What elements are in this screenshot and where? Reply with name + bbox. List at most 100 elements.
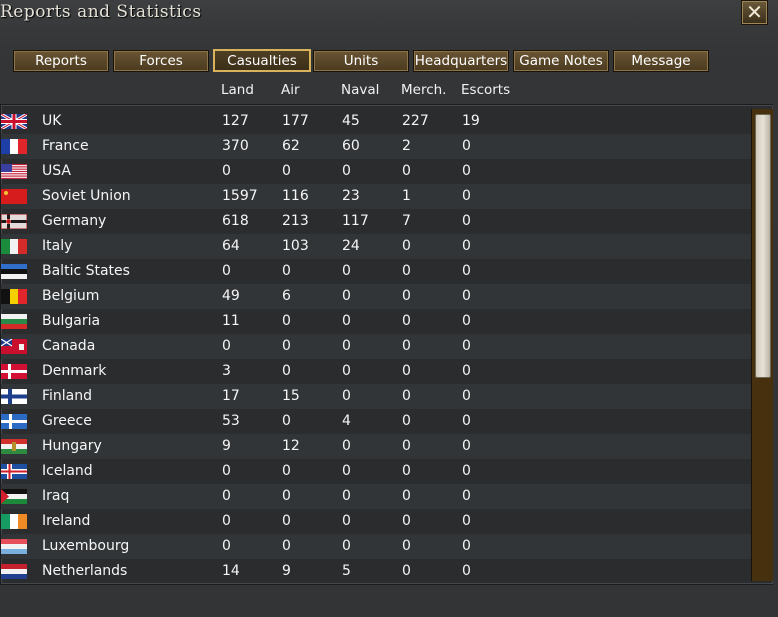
cell-naval: 0 bbox=[342, 288, 351, 304]
cell-escorts: 0 bbox=[462, 488, 471, 504]
table-row[interactable]: Hungary 9 12 0 0 0 bbox=[1, 434, 751, 459]
cell-naval: 24 bbox=[342, 238, 360, 254]
cell-air: 0 bbox=[282, 413, 291, 429]
cell-land: 53 bbox=[222, 413, 240, 429]
cell-air: 0 bbox=[282, 313, 291, 329]
cell-land: 11 bbox=[222, 313, 240, 329]
table-row[interactable]: UK 127 177 45 227 19 bbox=[1, 109, 751, 134]
cell-land: 618 bbox=[222, 213, 249, 229]
cell-land: 0 bbox=[222, 163, 231, 179]
cell-merch: 0 bbox=[402, 563, 411, 579]
cell-air: 62 bbox=[282, 138, 300, 154]
close-button[interactable]: ✕ bbox=[741, 0, 768, 25]
cell-air: 9 bbox=[282, 563, 291, 579]
table-row[interactable]: Belgium 49 6 0 0 0 bbox=[1, 284, 751, 309]
table-row[interactable]: Germany 618 213 117 7 0 bbox=[1, 209, 751, 234]
cell-air: 213 bbox=[282, 213, 309, 229]
scrollbar-thumb[interactable] bbox=[755, 114, 771, 378]
cell-escorts: 19 bbox=[462, 113, 480, 129]
cell-air: 0 bbox=[282, 538, 291, 554]
table-row[interactable]: Finland 17 15 0 0 0 bbox=[1, 384, 751, 409]
country-name: Netherlands bbox=[42, 563, 128, 579]
cell-merch: 0 bbox=[402, 238, 411, 254]
cell-merch: 0 bbox=[402, 163, 411, 179]
table-row[interactable]: Iceland 0 0 0 0 0 bbox=[1, 459, 751, 484]
tab-message[interactable]: Message bbox=[613, 50, 709, 72]
cell-naval: 4 bbox=[342, 413, 351, 429]
table-row[interactable]: Iraq 0 0 0 0 0 bbox=[1, 484, 751, 509]
cell-merch: 1 bbox=[402, 188, 411, 204]
table-row[interactable]: France 370 62 60 2 0 bbox=[1, 134, 751, 159]
cell-escorts: 0 bbox=[462, 188, 471, 204]
cell-naval: 0 bbox=[342, 463, 351, 479]
cell-merch: 0 bbox=[402, 463, 411, 479]
tab-game-notes[interactable]: Game Notes bbox=[513, 50, 609, 72]
france-flag-icon bbox=[1, 139, 27, 154]
country-name: Luxembourg bbox=[42, 538, 130, 554]
tab-forces[interactable]: Forces bbox=[113, 50, 209, 72]
table-row[interactable]: USA 0 0 0 0 0 bbox=[1, 159, 751, 184]
finland-flag-icon bbox=[1, 389, 27, 404]
table-row[interactable]: Baltic States 0 0 0 0 0 bbox=[1, 259, 751, 284]
cell-air: 15 bbox=[282, 388, 300, 404]
table-row[interactable]: Greece 53 0 4 0 0 bbox=[1, 409, 751, 434]
column-header-naval[interactable]: Naval bbox=[341, 82, 379, 98]
table-row[interactable]: Italy 64 103 24 0 0 bbox=[1, 234, 751, 259]
uk-flag-icon bbox=[1, 114, 27, 129]
country-name: Italy bbox=[42, 238, 73, 254]
cell-air: 0 bbox=[282, 263, 291, 279]
tab-casualties[interactable]: Casualties bbox=[213, 49, 311, 72]
country-name: Finland bbox=[42, 388, 93, 404]
table-row[interactable]: Soviet Union 1597 116 23 1 0 bbox=[1, 184, 751, 209]
column-header-escorts[interactable]: Escorts bbox=[461, 82, 510, 98]
country-name: Greece bbox=[42, 413, 92, 429]
cell-air: 0 bbox=[282, 513, 291, 529]
cell-naval: 0 bbox=[342, 363, 351, 379]
tab-reports[interactable]: Reports bbox=[13, 50, 109, 72]
column-header-air[interactable]: Air bbox=[281, 82, 300, 98]
cell-escorts: 0 bbox=[462, 163, 471, 179]
column-header-merch[interactable]: Merch. bbox=[401, 82, 446, 98]
cell-escorts: 0 bbox=[462, 138, 471, 154]
cell-land: 127 bbox=[222, 113, 249, 129]
denmark-flag-icon bbox=[1, 364, 27, 379]
tab-units[interactable]: Units bbox=[313, 50, 409, 72]
cell-escorts: 0 bbox=[462, 338, 471, 354]
cell-air: 0 bbox=[282, 338, 291, 354]
italy-flag-icon bbox=[1, 239, 27, 254]
vertical-scrollbar[interactable] bbox=[751, 109, 773, 581]
cell-land: 0 bbox=[222, 338, 231, 354]
cell-naval: 0 bbox=[342, 388, 351, 404]
tab-headquarters[interactable]: Headquarters bbox=[413, 50, 509, 72]
reports-window: Reports and Statistics ✕ Reports Forces … bbox=[0, 0, 778, 617]
cell-naval: 5 bbox=[342, 563, 351, 579]
cell-merch: 0 bbox=[402, 513, 411, 529]
close-icon: ✕ bbox=[746, 0, 763, 24]
cell-land: 17 bbox=[222, 388, 240, 404]
table-row[interactable]: Bulgaria 11 0 0 0 0 bbox=[1, 309, 751, 334]
netherlands-flag-icon bbox=[1, 564, 27, 579]
table-row[interactable]: Netherlands 14 9 5 0 0 bbox=[1, 559, 751, 584]
cell-merch: 0 bbox=[402, 363, 411, 379]
country-name: Baltic States bbox=[42, 263, 130, 279]
table-row[interactable]: Denmark 3 0 0 0 0 bbox=[1, 359, 751, 384]
country-name: Canada bbox=[42, 338, 96, 354]
column-header-land[interactable]: Land bbox=[221, 82, 254, 98]
cell-land: 0 bbox=[222, 263, 231, 279]
belgium-flag-icon bbox=[1, 289, 27, 304]
cell-naval: 0 bbox=[342, 438, 351, 454]
cell-land: 0 bbox=[222, 513, 231, 529]
cell-air: 6 bbox=[282, 288, 291, 304]
iraq-flag-icon bbox=[1, 489, 27, 504]
country-name: Belgium bbox=[42, 288, 100, 304]
cell-naval: 0 bbox=[342, 263, 351, 279]
cell-escorts: 0 bbox=[462, 288, 471, 304]
table-row[interactable]: Canada 0 0 0 0 0 bbox=[1, 334, 751, 359]
cell-merch: 0 bbox=[402, 488, 411, 504]
cell-escorts: 0 bbox=[462, 238, 471, 254]
cell-air: 103 bbox=[282, 238, 309, 254]
table-row[interactable]: Luxembourg 0 0 0 0 0 bbox=[1, 534, 751, 559]
table-row[interactable]: Ireland 0 0 0 0 0 bbox=[1, 509, 751, 534]
cell-naval: 60 bbox=[342, 138, 360, 154]
canada-flag-icon bbox=[1, 339, 27, 354]
